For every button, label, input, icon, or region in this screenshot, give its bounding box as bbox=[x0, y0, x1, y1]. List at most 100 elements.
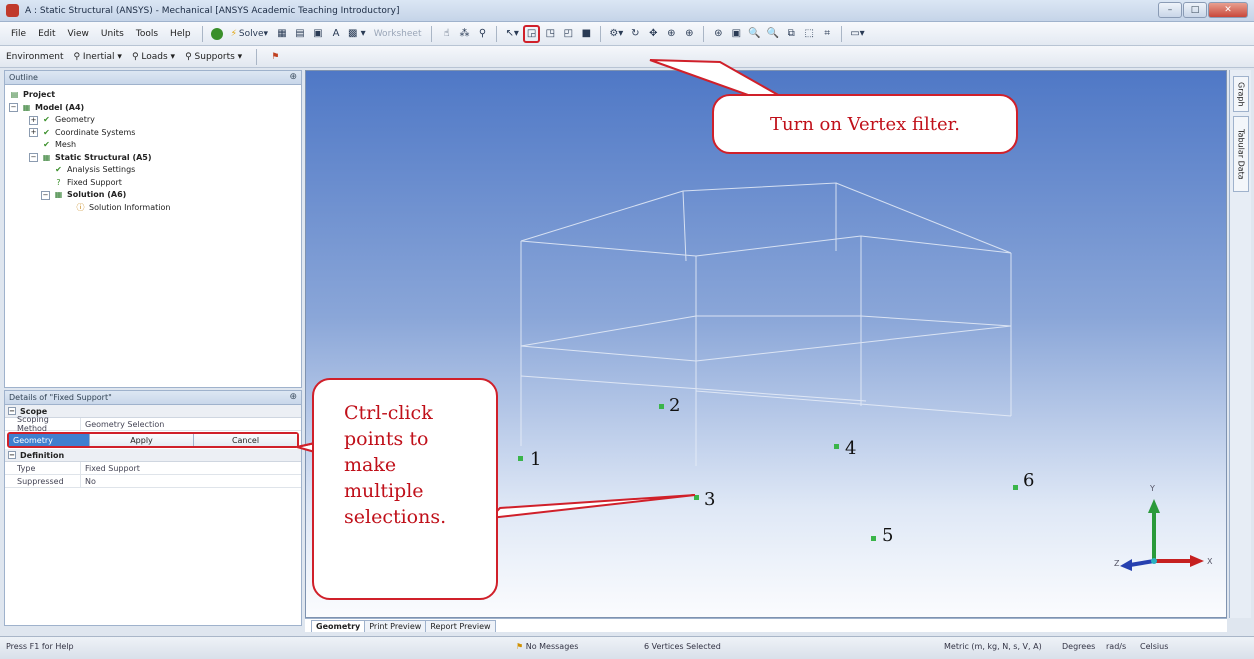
show-errors-icon[interactable]: ▤ bbox=[292, 25, 308, 43]
tree-item-solution-information[interactable]: ⓘ Solution Information bbox=[9, 202, 297, 215]
loads-menu[interactable]: ⚲ Loads ▾ bbox=[132, 52, 175, 62]
probe-icon[interactable]: ☝ bbox=[438, 25, 454, 43]
details-header: Details of "Fixed Support" ⊕ bbox=[5, 391, 301, 405]
tree-item-geometry[interactable]: + ✔ Geometry bbox=[9, 114, 297, 127]
suppressed-row[interactable]: Suppressed No bbox=[5, 475, 301, 488]
context-toolbar: Environment ⚲ Inertial ▾ ⚲ Loads ▾ ⚲ Sup… bbox=[0, 46, 1254, 68]
close-button[interactable]: ✕ bbox=[1208, 2, 1248, 18]
label-icon[interactable]: ⁂ bbox=[456, 25, 472, 43]
figure-icon[interactable]: ▩ ▾ bbox=[346, 25, 368, 43]
rotation-units[interactable]: rad/s bbox=[1106, 642, 1126, 651]
tree-item-analysis-settings[interactable]: ✔ Analysis Settings bbox=[9, 164, 297, 177]
definition-section[interactable]: − Definition bbox=[5, 449, 301, 462]
vertex-marker-3[interactable] bbox=[694, 495, 699, 500]
expand-icon[interactable]: + bbox=[29, 115, 38, 125]
pointer-icon[interactable]: ⚲ bbox=[474, 25, 490, 43]
collapse-icon[interactable]: − bbox=[8, 407, 16, 415]
worksheet-button[interactable]: Worksheet bbox=[370, 25, 426, 43]
messages-status[interactable]: ⚑ No Messages bbox=[516, 642, 578, 651]
triad-y-label: Y bbox=[1150, 484, 1155, 493]
type-row[interactable]: Type Fixed Support bbox=[5, 462, 301, 475]
vertex-marker-2[interactable] bbox=[659, 404, 664, 409]
inertial-menu[interactable]: ⚲ Inertial ▾ bbox=[73, 52, 121, 62]
rotate-icon[interactable]: ↻ bbox=[627, 25, 643, 43]
scoping-method-row[interactable]: Scoping Method Geometry Selection bbox=[5, 415, 301, 433]
menu-units[interactable]: Units bbox=[96, 27, 129, 41]
tree-item-coordinate-systems[interactable]: + ✔ Coordinate Systems bbox=[9, 127, 297, 140]
previous-view-icon[interactable]: 🔍 bbox=[746, 25, 762, 43]
magnifier-icon[interactable]: ▣ bbox=[728, 25, 744, 43]
cancel-button[interactable]: Cancel bbox=[193, 434, 297, 446]
environment-label: Environment bbox=[6, 51, 64, 62]
supports-menu[interactable]: ⚲ Supports ▾ bbox=[185, 52, 242, 62]
geometry-icon: ✔ bbox=[43, 115, 50, 124]
tree-item-project[interactable]: ▤ Project bbox=[9, 89, 297, 102]
extend-selection-icon[interactable]: ⚙▾ bbox=[607, 25, 625, 43]
text-annotation-icon[interactable]: A bbox=[328, 25, 344, 43]
wireframe-icon[interactable]: ⌗ bbox=[819, 25, 835, 43]
angle-units[interactable]: Degrees bbox=[1062, 642, 1095, 651]
outline-panel: Outline ⊕ ▤ Project − ▦ Model (A4) + ✔ G… bbox=[4, 70, 302, 388]
outline-header: Outline ⊕ bbox=[5, 71, 301, 85]
next-view-icon[interactable]: 🔍 bbox=[765, 25, 781, 43]
apply-button[interactable]: Apply bbox=[89, 434, 193, 446]
collapse-icon[interactable]: − bbox=[29, 153, 38, 163]
collapse-icon[interactable]: − bbox=[41, 190, 50, 200]
unit-system[interactable]: Metric (m, kg, N, s, V, A) bbox=[944, 642, 1042, 651]
zoom-icon[interactable]: ⊕ bbox=[663, 25, 679, 43]
tree-item-model[interactable]: − ▦ Model (A4) bbox=[9, 102, 297, 115]
vertex-marker-4[interactable] bbox=[834, 444, 839, 449]
viewport-layout-icon[interactable]: ▭▾ bbox=[848, 25, 866, 43]
temperature-units[interactable]: Celsius bbox=[1140, 642, 1168, 651]
vertex-label-6: 6 bbox=[1023, 470, 1035, 491]
collapse-icon[interactable]: − bbox=[8, 451, 16, 459]
menu-tools[interactable]: Tools bbox=[131, 27, 163, 41]
tab-print-preview[interactable]: Print Preview bbox=[364, 620, 427, 632]
tree-item-mesh[interactable]: ✔ Mesh bbox=[9, 139, 297, 152]
side-tabs: Graph Tabular Data bbox=[1229, 70, 1251, 618]
tab-graph[interactable]: Graph bbox=[1233, 76, 1249, 112]
solve-button[interactable]: ⚡ Solve ▾ bbox=[227, 25, 272, 43]
new-analysis-icon[interactable]: ▦ bbox=[274, 25, 290, 43]
check-icon[interactable] bbox=[209, 25, 225, 43]
set-view-icon[interactable]: ⬚ bbox=[801, 25, 817, 43]
project-icon: ▤ bbox=[10, 90, 19, 99]
geometry-field[interactable]: Geometry bbox=[9, 434, 89, 446]
face-filter-icon[interactable]: ◰ bbox=[560, 25, 576, 43]
body-filter-icon[interactable]: ■ bbox=[578, 25, 594, 43]
collapse-icon[interactable]: − bbox=[9, 103, 18, 113]
box-zoom-icon[interactable]: ⊕ bbox=[681, 25, 697, 43]
minimize-button[interactable]: – bbox=[1158, 2, 1182, 18]
view-tabs: Geometry Print Preview Report Preview bbox=[305, 618, 1227, 632]
pin-icon[interactable]: ⊕ bbox=[289, 392, 297, 402]
tree-item-solution[interactable]: − ▦ Solution (A6) bbox=[9, 189, 297, 202]
selection-status: 6 Vertices Selected bbox=[644, 642, 721, 651]
iso-view-icon[interactable]: ⧉ bbox=[783, 25, 799, 43]
select-mode-icon[interactable]: ↖▾ bbox=[503, 25, 520, 43]
message-icon: ⚑ bbox=[516, 642, 524, 651]
coordinate-systems-icon: ✔ bbox=[43, 127, 50, 137]
tab-geometry[interactable]: Geometry bbox=[311, 620, 366, 632]
pan-icon[interactable]: ✥ bbox=[645, 25, 661, 43]
menu-file[interactable]: File bbox=[6, 27, 31, 41]
zoom-to-fit-icon[interactable]: ⊛ bbox=[710, 25, 726, 43]
geometry-row: Geometry Apply Cancel bbox=[7, 432, 299, 448]
tab-tabular-data[interactable]: Tabular Data bbox=[1233, 116, 1249, 192]
comment-icon[interactable]: ▣ bbox=[310, 25, 326, 43]
tree-item-fixed-support[interactable]: ? Fixed Support bbox=[9, 177, 297, 190]
menu-help[interactable]: Help bbox=[165, 27, 196, 41]
tools-icon[interactable]: ⚑ bbox=[271, 52, 279, 62]
pin-icon[interactable]: ⊕ bbox=[289, 72, 297, 82]
vertex-filter-icon[interactable]: ◲ bbox=[522, 24, 541, 43]
menu-view[interactable]: View bbox=[63, 27, 94, 41]
tree-item-static-structural[interactable]: − ▦ Static Structural (A5) bbox=[9, 152, 297, 165]
vertex-marker-5[interactable] bbox=[871, 536, 876, 541]
menu-edit[interactable]: Edit bbox=[33, 27, 60, 41]
model-icon: ▦ bbox=[22, 102, 31, 112]
expand-icon[interactable]: + bbox=[29, 128, 38, 138]
tab-report-preview[interactable]: Report Preview bbox=[425, 620, 496, 632]
vertex-marker-6[interactable] bbox=[1013, 485, 1018, 490]
maximize-button[interactable]: □ bbox=[1183, 2, 1207, 18]
edge-filter-icon[interactable]: ◳ bbox=[542, 25, 558, 43]
vertex-marker-1[interactable] bbox=[518, 456, 523, 461]
